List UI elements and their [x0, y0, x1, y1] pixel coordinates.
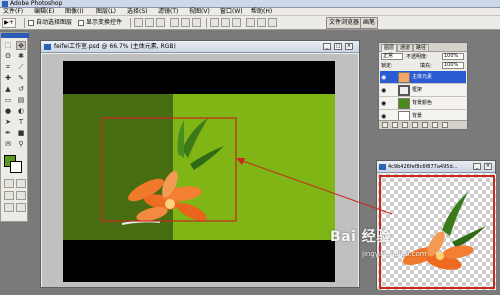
watermark-url: jingyan.baidu.com	[362, 250, 427, 258]
watermark-logo: Bai 经验	[330, 229, 391, 245]
